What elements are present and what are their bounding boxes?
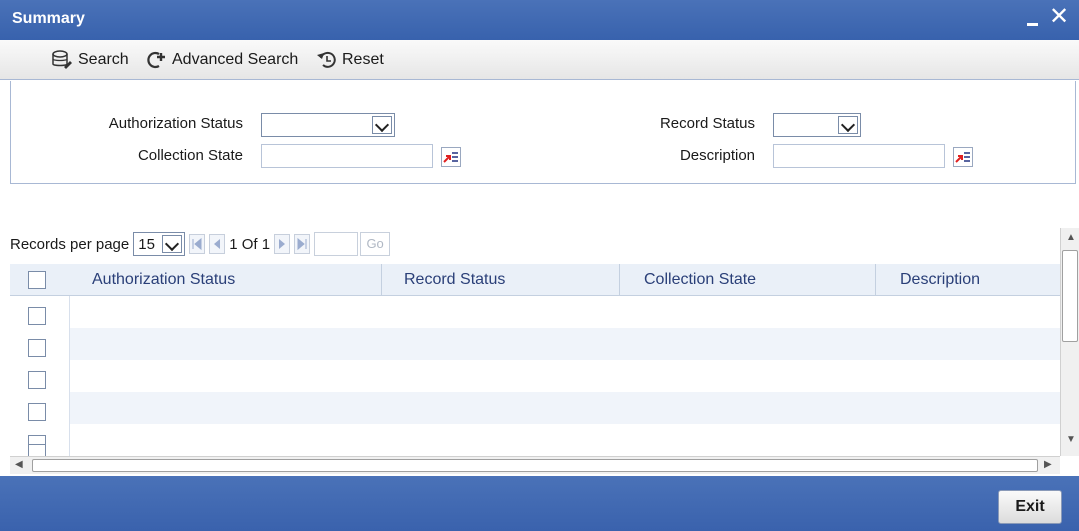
- results-table: Authorization Status Record Status Colle…: [10, 264, 1060, 456]
- database-search-icon: [52, 50, 72, 69]
- chevron-down-icon[interactable]: [162, 235, 183, 253]
- window-titlebar: Summary ✕: [0, 0, 1079, 40]
- select-all-checkbox[interactable]: [28, 271, 46, 289]
- collection-state-label: Collection State: [137, 147, 243, 164]
- first-page-icon[interactable]: [189, 234, 206, 254]
- description-input[interactable]: [773, 144, 945, 168]
- scroll-down-icon[interactable]: ▼: [1066, 434, 1076, 445]
- record-status-select[interactable]: [773, 113, 861, 137]
- horizontal-scrollbar[interactable]: ◀ ▶: [10, 456, 1060, 474]
- list-of-values-icon[interactable]: [441, 147, 461, 167]
- last-page-icon[interactable]: [294, 234, 311, 254]
- advanced-search-label: Advanced Search: [172, 51, 299, 68]
- go-button[interactable]: Go: [360, 232, 391, 256]
- chevron-down-icon[interactable]: [372, 116, 392, 134]
- vertical-scrollbar[interactable]: ▲ ▼: [1060, 228, 1079, 456]
- search-button[interactable]: Search: [52, 49, 129, 71]
- chevron-down-icon[interactable]: [838, 116, 858, 134]
- table-row[interactable]: [10, 360, 1060, 392]
- search-label: Search: [78, 51, 129, 68]
- row-checkbox[interactable]: [28, 403, 46, 421]
- next-page-icon[interactable]: [274, 234, 291, 254]
- reset-icon: [317, 51, 336, 68]
- records-per-page-label: Records per page: [10, 235, 130, 253]
- table-row[interactable]: [10, 296, 1060, 328]
- records-per-page-select[interactable]: 15: [133, 232, 186, 256]
- pagination-bar: Records per page 15 1 Of 1 Go: [10, 231, 391, 257]
- records-per-page-value: 15: [138, 236, 155, 253]
- scroll-right-icon[interactable]: ▶: [1044, 459, 1052, 470]
- table-row[interactable]: [10, 392, 1060, 424]
- previous-page-icon[interactable]: [209, 234, 226, 254]
- exit-button[interactable]: Exit: [998, 490, 1062, 524]
- toolbar: Search Advanced Search Reset: [0, 40, 1079, 80]
- search-criteria-panel: Authorization Status Collection State Re…: [10, 81, 1076, 184]
- minimize-icon[interactable]: [1023, 8, 1043, 28]
- scroll-up-icon[interactable]: ▲: [1066, 232, 1076, 243]
- table-header: Authorization Status Record Status Colle…: [10, 264, 1060, 296]
- scroll-left-icon[interactable]: ◀: [15, 459, 23, 470]
- row-checkbox[interactable]: [28, 307, 46, 325]
- footer-bar: [0, 476, 1079, 531]
- window-title: Summary: [12, 10, 85, 27]
- checkbox-column: [10, 296, 70, 456]
- record-status-label: Record Status: [659, 115, 755, 132]
- column-header-authorization-status[interactable]: Authorization Status: [70, 264, 382, 296]
- goto-page-input[interactable]: [314, 232, 359, 256]
- column-header-description[interactable]: Description: [876, 264, 1060, 296]
- row-checkbox[interactable]: [28, 371, 46, 389]
- reset-label: Reset: [342, 51, 384, 68]
- authorization-status-select[interactable]: [261, 113, 395, 137]
- table-row[interactable]: [10, 424, 1060, 456]
- reset-button[interactable]: Reset: [316, 49, 384, 71]
- row-checkbox[interactable]: [28, 339, 46, 357]
- authorization-status-label: Authorization Status: [108, 115, 243, 132]
- collection-state-input[interactable]: [261, 144, 433, 168]
- description-label: Description: [679, 147, 755, 164]
- row-checkbox[interactable]: [28, 444, 46, 456]
- advanced-search-icon: [147, 51, 165, 69]
- list-of-values-icon[interactable]: [953, 147, 973, 167]
- column-header-record-status[interactable]: Record Status: [382, 264, 620, 296]
- close-icon[interactable]: ✕: [1047, 4, 1071, 30]
- advanced-search-button[interactable]: Advanced Search: [146, 49, 298, 71]
- horizontal-scroll-thumb[interactable]: [32, 459, 1038, 472]
- column-header-collection-state[interactable]: Collection State: [620, 264, 876, 296]
- table-row[interactable]: [10, 328, 1060, 360]
- vertical-scroll-thumb[interactable]: [1062, 250, 1078, 342]
- page-info: 1 Of 1: [229, 235, 271, 253]
